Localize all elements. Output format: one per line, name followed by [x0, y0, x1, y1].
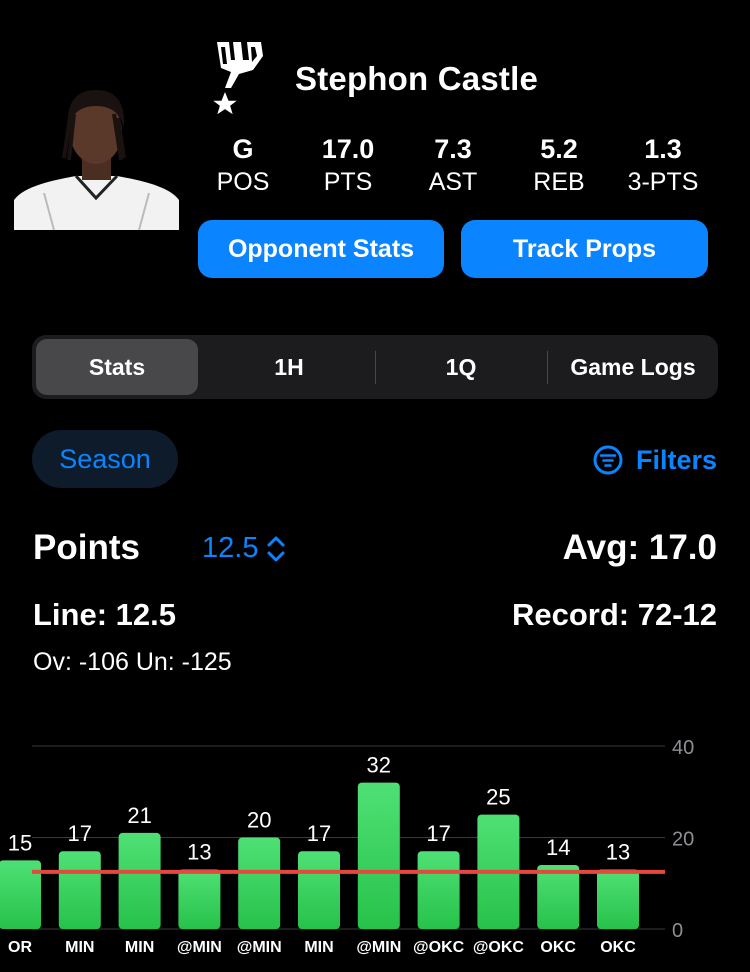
bar-value-label: 13	[187, 840, 211, 865]
tab-1q[interactable]: 1Q	[380, 339, 542, 395]
x-tick-label: MIN	[125, 939, 154, 956]
bar	[357, 782, 400, 929]
bar-value-label: 20	[247, 808, 271, 833]
bar	[238, 837, 281, 929]
x-tick-label: MIN	[304, 939, 333, 956]
stat-pos: G POS	[198, 133, 288, 199]
line-selector-value: 12.5	[202, 532, 259, 564]
x-tick-label: OKC	[540, 939, 576, 956]
stat-label: REB	[533, 168, 585, 196]
metric-title: Points	[33, 528, 140, 567]
chevron-up-down-icon	[266, 535, 286, 563]
bar-value-label: 15	[8, 830, 32, 855]
stat-label: PTS	[323, 168, 373, 196]
points-bar-chart: 40 20 0 15 OR 17 MIN 21 MIN 13 @MIN 20 @MIN 17 MIN 32 @M…	[0, 737, 694, 956]
player-avatar	[14, 88, 179, 230]
opponent-stats-button[interactable]: Opponent Stats	[198, 220, 444, 278]
stat-label: POS	[216, 168, 270, 196]
odds-text: Ov: -106 Un: -125	[33, 648, 232, 676]
bar	[597, 869, 639, 929]
filters-button[interactable]: Filters	[592, 440, 717, 480]
stat-label: AST	[428, 168, 478, 196]
y-tick-label: 0	[672, 920, 683, 942]
stat-value: 17.0	[321, 134, 375, 164]
tab-divider	[547, 351, 548, 384]
y-tick-label: 20	[672, 829, 694, 851]
bar-value-label: 17	[426, 821, 450, 846]
x-tick-label: @MIN	[177, 939, 222, 956]
average-value: Avg: 17.0	[562, 528, 717, 567]
x-tick-label: @OKC	[473, 939, 525, 956]
tab-game-logs[interactable]: Game Logs	[552, 339, 714, 395]
stat-value: 7.3	[434, 134, 472, 164]
bar-value-label: 13	[606, 840, 630, 865]
line-selector[interactable]: 12.5	[202, 532, 286, 565]
x-tick-label: OKC	[600, 939, 636, 956]
bar-value-label: 32	[367, 753, 391, 778]
bar	[417, 851, 460, 929]
x-tick-label: @MIN	[356, 939, 401, 956]
tab-stats[interactable]: Stats	[36, 339, 198, 395]
record-value: Record: 72-12	[511, 597, 717, 632]
stat-value: G	[232, 134, 254, 164]
track-props-button[interactable]: Track Props	[461, 220, 708, 278]
x-tick-label: @OKC	[413, 939, 465, 956]
stat-label: 3-PTS	[627, 168, 699, 196]
stat-3pts: 1.3 3-PTS	[613, 133, 713, 199]
season-filter-button[interactable]: Season	[32, 430, 178, 488]
bar	[178, 869, 221, 929]
x-tick-label: @MIN	[237, 939, 282, 956]
bar	[298, 851, 340, 929]
bar	[118, 832, 161, 929]
x-tick-label: OR	[8, 939, 32, 956]
x-tick-label: MIN	[65, 939, 94, 956]
bar	[537, 864, 580, 929]
stats-tab-bar: Stats 1H 1Q Game Logs	[32, 335, 718, 399]
y-tick-label: 40	[672, 737, 694, 759]
stat-ast: 7.3 AST	[408, 133, 498, 199]
bar-value-label: 21	[127, 803, 151, 828]
stat-value: 5.2	[540, 134, 578, 164]
bar-value-label: 25	[486, 785, 510, 810]
player-name: Stephon Castle	[295, 60, 539, 97]
line-value: Line: 12.5	[33, 597, 176, 632]
bar-value-label: 14	[546, 835, 570, 860]
stat-reb: 5.2 REB	[514, 133, 604, 199]
filter-icon	[592, 444, 624, 476]
tab-1h[interactable]: 1H	[208, 339, 370, 395]
spurs-logo-icon	[205, 38, 271, 120]
tab-divider	[375, 351, 376, 384]
stat-pts: 17.0 PTS	[303, 133, 393, 199]
bar	[58, 851, 101, 929]
stat-value: 1.3	[644, 134, 682, 164]
bar-value-label: 17	[68, 821, 92, 846]
bar-value-label: 17	[307, 821, 331, 846]
filters-label: Filters	[635, 444, 717, 475]
